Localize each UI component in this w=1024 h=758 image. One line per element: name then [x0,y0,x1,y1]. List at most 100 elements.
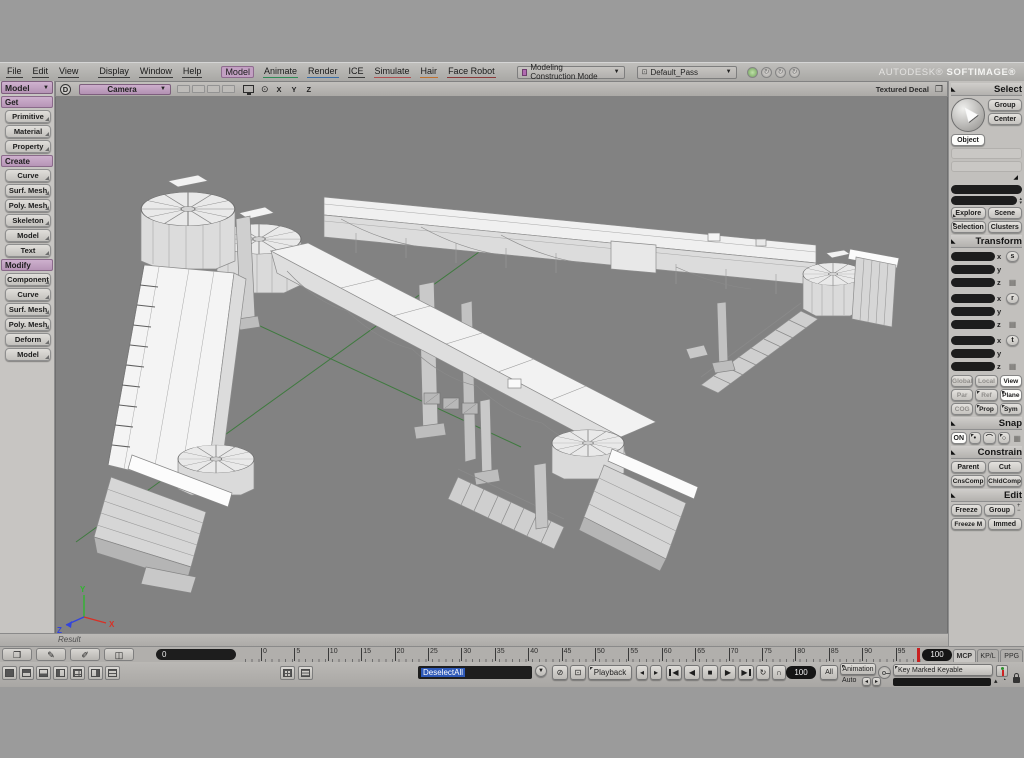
layout-preset-3[interactable] [36,666,51,680]
select-header[interactable]: ◣ Select [951,83,1022,96]
render-preview-button[interactable]: ↻ [775,67,786,78]
playback-menu-button[interactable]: Playback [588,665,632,680]
menu-face-robot[interactable]: Face Robot [447,66,496,78]
menu-ice[interactable]: ICE [348,66,365,78]
button-deform[interactable]: Deform [5,333,51,346]
selection-arrow[interactable]: ◢ [951,174,1022,183]
scale-y-field[interactable] [951,265,995,274]
construction-mode-dropdown[interactable]: Modeling Construction Mode ▼ [517,66,625,79]
transform-header[interactable]: ◣ Transform [951,235,1022,248]
menu-display[interactable]: Display [98,66,130,78]
freeze-button[interactable]: Freeze [951,504,982,516]
key-marked-keyable-button[interactable]: Key Marked Keyable [893,664,993,676]
grid-icon[interactable]: ▦ [1006,319,1019,330]
tab-kpl[interactable]: KP/L [977,649,1000,663]
step-forward-button[interactable]: ▸ [650,665,662,680]
scale-button[interactable]: s [1006,251,1019,262]
menu-help[interactable]: Help [182,66,203,78]
play-button[interactable]: ▶ [720,665,736,680]
frame-rate-field[interactable]: 100 [786,666,816,679]
memo-cam-button-3[interactable] [207,85,220,93]
layout-preset-2[interactable] [19,666,34,680]
chldcomp-button[interactable]: ChldComp [987,475,1022,487]
filter-slot-1[interactable] [951,148,1022,159]
button-primitive[interactable]: Primitive [5,110,51,123]
script-command-field[interactable]: DeselectAll [418,666,532,679]
key-icon[interactable] [878,666,891,679]
rotate-x-field[interactable] [951,294,995,303]
menu-animate[interactable]: Animate [263,66,298,78]
lock-icon[interactable] [1013,677,1020,683]
button-poly-mesh-modify[interactable]: Poly. Mesh [5,318,51,331]
layout-preset-5[interactable] [70,666,85,680]
audio-button[interactable]: ∩ [772,665,786,680]
layout-preset-1[interactable] [2,666,17,680]
menu-edit[interactable]: Edit [32,66,50,78]
snap-circle-icon[interactable]: ○ [998,432,1011,444]
minus-icon[interactable]: − [1017,509,1022,514]
current-frame-field[interactable]: 0 [156,649,236,660]
selection-field-2[interactable] [951,196,1017,205]
section-header-modify[interactable]: Modify [1,259,53,271]
view-mode-button[interactable]: View [1000,375,1022,387]
panel-icon[interactable]: ❐ [935,84,943,95]
button-material[interactable]: Material [5,125,51,138]
all-button[interactable]: All [820,665,838,680]
snap-curve-icon[interactable]: ⌒ [983,432,996,444]
button-surf-mesh-modify[interactable]: Surf. Mesh [5,303,51,316]
tab-ppg[interactable]: PPG [1000,649,1023,663]
layout-preset-7[interactable] [105,666,120,680]
translate-button[interactable]: t [1006,335,1019,346]
menu-view[interactable]: View [58,66,79,78]
selection-field-1[interactable] [951,185,1022,194]
grid-icon[interactable]: ▦ [1006,277,1019,288]
local-mode-button[interactable]: Local [975,375,997,387]
menu-simulate[interactable]: Simulate [374,66,411,78]
timeline-ruler[interactable]: 05101520253035404550556065707580859095 [245,647,921,663]
button-text[interactable]: Text [5,244,51,257]
toolbar-mode-selector[interactable]: Model ▼ [1,81,53,94]
prop-button[interactable]: Prop [975,403,997,415]
memo-cam-button-2[interactable] [192,85,205,93]
script-dropdown-button[interactable]: ▼ [535,665,547,677]
layout-preset-6[interactable] [88,666,103,680]
selection-button[interactable]: Selection [951,221,986,233]
freeze-m-button[interactable]: Freeze M [951,518,986,530]
split-view-icon[interactable]: ◫ [104,648,134,661]
button-curve-modify[interactable]: Curve [5,288,51,301]
button-poly-mesh-create[interactable]: Poly. Mesh [5,199,51,212]
keyable-parameters-field[interactable] [893,678,991,686]
rotate-y-field[interactable] [951,307,995,316]
end-frame-field[interactable]: 100 [922,649,952,661]
grid-icon[interactable]: ▦ [1006,361,1019,372]
filter-slot-2[interactable] [951,161,1022,172]
visibility-eye-icon[interactable]: ⊙ [261,84,269,95]
immed-button[interactable]: Immed [988,518,1023,530]
cnscomp-button[interactable]: CnsComp [951,475,985,487]
parent-button[interactable]: Parent [951,461,986,473]
translate-x-field[interactable] [951,336,995,345]
snap-point-icon[interactable]: • [969,432,982,444]
render-refresh-button[interactable]: ↻ [761,67,772,78]
center-button[interactable]: Center [988,113,1022,125]
menu-file[interactable]: File [6,66,23,78]
section-header-get[interactable]: Get [1,96,53,108]
ref-mode-button[interactable]: Ref [975,389,997,401]
button-skeleton[interactable]: Skeleton [5,214,51,227]
memo-cam-button-1[interactable] [177,85,190,93]
stop-button[interactable]: ■ [702,665,718,680]
last-frame-button[interactable]: ▶ [738,665,754,680]
cut-button[interactable]: Cut [988,461,1023,473]
select-tool-button[interactable] [951,98,985,132]
button-property[interactable]: Property [5,140,51,153]
explore-button[interactable]: Explore [951,207,986,219]
menu-hair[interactable]: Hair [420,66,439,78]
playhead[interactable] [917,648,920,662]
step-back-button[interactable]: ◂ [636,665,648,680]
memo-cam-button-4[interactable] [222,85,235,93]
spinner-icon[interactable]: ▴▾ [1019,197,1022,205]
brush-icon[interactable]: ✐ [70,648,100,661]
menu-model[interactable]: Model [221,66,254,78]
section-header-create[interactable]: Create [1,155,53,167]
button-model-modify[interactable]: Model [5,348,51,361]
